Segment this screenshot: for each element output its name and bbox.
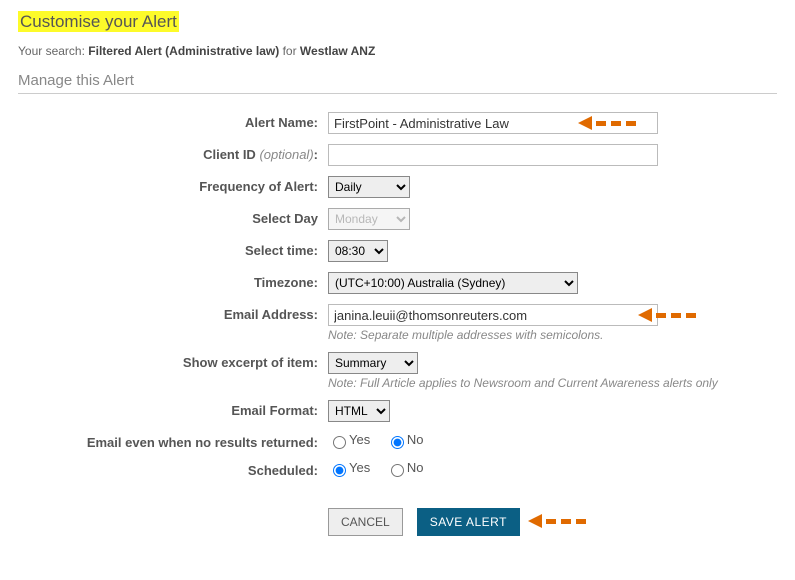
no-results-radio-group: Yes No xyxy=(328,432,777,449)
label-timezone: Timezone: xyxy=(18,272,328,290)
alert-form-page: Customise your Alert Your search: Filter… xyxy=(0,0,795,580)
scheduled-no-label[interactable]: No xyxy=(386,460,424,475)
no-results-no-radio[interactable] xyxy=(391,436,404,449)
select-time-select[interactable]: 08:30 xyxy=(328,240,388,262)
label-email: Email Address: xyxy=(18,304,328,322)
no-results-yes-radio[interactable] xyxy=(333,436,346,449)
page-title-bar: Customise your Alert xyxy=(18,8,777,38)
annotation-arrow-icon xyxy=(528,514,586,528)
excerpt-note: Note: Full Article applies to Newsroom a… xyxy=(328,376,777,390)
search-summary-line: Your search: Filtered Alert (Administrat… xyxy=(18,44,777,58)
label-excerpt: Show excerpt of item: xyxy=(18,352,328,370)
search-query: Filtered Alert (Administrative law) xyxy=(88,44,279,58)
label-format: Email Format: xyxy=(18,400,328,418)
search-db: Westlaw ANZ xyxy=(300,44,375,58)
label-select-time: Select time: xyxy=(18,240,328,258)
save-alert-button[interactable]: SAVE ALERT xyxy=(417,508,520,536)
section-header: Manage this Alert xyxy=(18,72,777,94)
frequency-select[interactable]: Daily xyxy=(328,176,410,198)
no-results-no-label[interactable]: No xyxy=(386,432,424,447)
page-title: Customise your Alert xyxy=(18,11,179,32)
excerpt-select[interactable]: Summary xyxy=(328,352,418,374)
select-day-select: Monday xyxy=(328,208,410,230)
scheduled-yes-label[interactable]: Yes xyxy=(328,460,370,475)
timezone-select[interactable]: (UTC+10:00) Australia (Sydney) xyxy=(328,272,578,294)
label-client-id: Client ID (optional): xyxy=(18,144,328,162)
no-results-yes-label[interactable]: Yes xyxy=(328,432,370,447)
scheduled-radio-group: Yes No xyxy=(328,460,777,477)
email-note: Note: Separate multiple addresses with s… xyxy=(328,328,777,342)
label-no-results: Email even when no results returned: xyxy=(18,432,328,450)
label-scheduled: Scheduled: xyxy=(18,460,328,478)
alert-name-input[interactable] xyxy=(328,112,658,134)
label-frequency: Frequency of Alert: xyxy=(18,176,328,194)
scheduled-no-radio[interactable] xyxy=(391,464,404,477)
label-select-day: Select Day xyxy=(18,208,328,226)
email-input[interactable] xyxy=(328,304,658,326)
search-prefix: Your search: xyxy=(18,44,85,58)
scheduled-yes-radio[interactable] xyxy=(333,464,346,477)
search-for: for xyxy=(283,44,297,58)
cancel-button[interactable]: CANCEL xyxy=(328,508,403,536)
label-alert-name: Alert Name: xyxy=(18,112,328,130)
format-select[interactable]: HTML xyxy=(328,400,390,422)
client-id-input[interactable] xyxy=(328,144,658,166)
